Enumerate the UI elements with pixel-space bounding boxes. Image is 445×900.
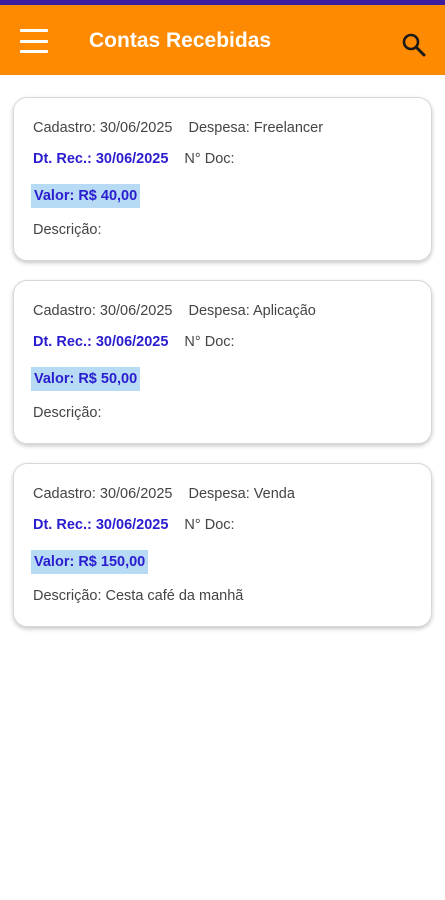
despesa-label: Despesa: Freelancer <box>188 120 324 136</box>
hamburger-menu-icon <box>20 29 48 32</box>
cadastro-date: Cadastro: 30/06/2025 <box>33 120 173 136</box>
receipt-card[interactable]: Cadastro: 30/06/2025 Despesa: Aplicação D… <box>13 280 432 444</box>
doc-number: N° Doc: <box>184 151 235 167</box>
doc-number: N° Doc: <box>184 517 235 533</box>
despesa-label: Despesa: Venda <box>188 486 295 502</box>
app-bar: Contas Recebidas <box>0 5 445 75</box>
menu-button[interactable] <box>20 29 48 53</box>
cadastro-date: Cadastro: 30/06/2025 <box>33 303 173 319</box>
search-button[interactable] <box>400 31 428 59</box>
doc-number: N° Doc: <box>184 334 235 350</box>
receipt-card[interactable]: Cadastro: 30/06/2025 Despesa: Venda Dt. R… <box>13 463 432 627</box>
cadastro-date: Cadastro: 30/06/2025 <box>33 486 173 502</box>
receipts-list: Cadastro: 30/06/2025 Despesa: Freelancer … <box>0 97 445 627</box>
dt-rec-date: Dt. Rec.: 30/06/2025 <box>33 334 169 350</box>
receipt-card[interactable]: Cadastro: 30/06/2025 Despesa: Freelancer … <box>13 97 432 261</box>
descricao: Descrição: <box>33 405 102 421</box>
descricao: Descrição: <box>33 222 102 238</box>
dt-rec-date: Dt. Rec.: 30/06/2025 <box>33 151 169 167</box>
search-icon <box>402 33 426 57</box>
despesa-label: Despesa: Aplicação <box>188 303 316 319</box>
valor-amount: Valor: R$ 50,00 <box>31 367 141 391</box>
descricao: Descrição: Cesta café da manhã <box>33 588 244 604</box>
dt-rec-date: Dt. Rec.: 30/06/2025 <box>33 517 169 533</box>
valor-amount: Valor: R$ 40,00 <box>31 184 141 208</box>
valor-amount: Valor: R$ 150,00 <box>31 550 149 574</box>
page-title: Contas Recebidas <box>89 29 272 52</box>
